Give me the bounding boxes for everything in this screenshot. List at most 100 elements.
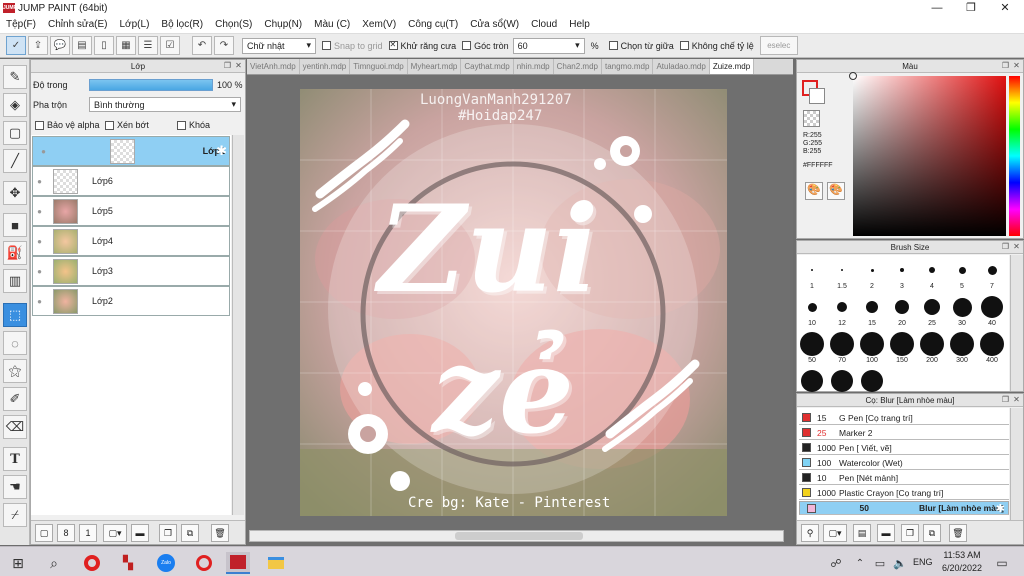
menu-color[interactable]: Màu (C) bbox=[308, 19, 356, 30]
select-eraser-tool-icon[interactable]: ⌫ bbox=[3, 415, 27, 439]
brush-size-dot[interactable] bbox=[830, 332, 854, 356]
brush-size-dot[interactable] bbox=[861, 370, 883, 392]
menu-edit[interactable]: Chỉnh sửa(E) bbox=[42, 19, 114, 30]
doc-tab[interactable]: Myheart.mdp bbox=[408, 59, 462, 74]
round-corner-checkbox[interactable] bbox=[462, 41, 472, 50]
blend-select[interactable]: Bình thường ▾ bbox=[89, 97, 241, 112]
line-tool-icon[interactable]: ╱ bbox=[3, 149, 27, 173]
layer-row[interactable]: ● Lớp6 bbox=[32, 166, 230, 196]
doc-tab[interactable]: Timnguoi.mdp bbox=[350, 59, 408, 74]
antialias-checkbox[interactable] bbox=[388, 40, 398, 50]
brush-size-dot[interactable] bbox=[807, 302, 817, 312]
notification-icon[interactable]: ▭ bbox=[990, 552, 1014, 574]
palette-icon[interactable]: 🎨 bbox=[805, 182, 823, 200]
visibility-icon[interactable]: ● bbox=[33, 237, 46, 246]
merge-layer-icon[interactable]: ⧉ bbox=[181, 524, 199, 542]
doc-tab[interactable]: Atuladao.mdp bbox=[653, 59, 710, 74]
lasso-tool-icon[interactable]: ◌ bbox=[3, 331, 27, 355]
brush-size-dot[interactable] bbox=[811, 269, 813, 271]
folder-icon[interactable]: ▬ bbox=[131, 524, 149, 542]
menu-help[interactable]: Help bbox=[563, 19, 596, 30]
doc-tab[interactable]: yentinh.mdp bbox=[300, 59, 351, 74]
shape-tool-icon[interactable]: ▢ bbox=[3, 121, 27, 145]
hue-slider[interactable] bbox=[1009, 76, 1020, 236]
select-mode-icon[interactable]: ✓ bbox=[6, 36, 26, 55]
brush-size-dot[interactable] bbox=[900, 268, 904, 272]
scrollbar-thumb[interactable] bbox=[455, 532, 583, 540]
doc-tab[interactable]: Chan2.mdp bbox=[554, 59, 602, 74]
menu-select[interactable]: Chọn(S) bbox=[209, 19, 258, 30]
opera-gx-icon[interactable] bbox=[192, 552, 216, 574]
brush-size-dot[interactable] bbox=[837, 302, 847, 312]
brush-size-dot[interactable] bbox=[895, 300, 909, 314]
clip-option[interactable]: Xén bớt bbox=[105, 120, 149, 131]
delete-layer-icon[interactable]: 🗑 bbox=[211, 524, 229, 542]
new-layer-1bit-icon[interactable]: 1 bbox=[79, 524, 97, 542]
brush-size-dot[interactable] bbox=[890, 332, 914, 356]
pen-settings-icon[interactable]: ▤ bbox=[853, 524, 871, 542]
visibility-icon[interactable]: ● bbox=[33, 207, 46, 216]
undock-icon[interactable]: ❐ bbox=[223, 62, 232, 71]
visibility-icon[interactable]: ● bbox=[33, 267, 46, 276]
pen-delete-icon[interactable]: 🗑 bbox=[949, 524, 967, 542]
saturation-value-picker[interactable] bbox=[849, 72, 1006, 236]
people-icon[interactable]: ☍ bbox=[824, 552, 848, 574]
pen-item[interactable]: 10 Pen [Nét mảnh] bbox=[799, 471, 1009, 485]
comment-icon[interactable]: 💬 bbox=[50, 36, 70, 55]
settings-gear-icon[interactable]: ✱ bbox=[996, 502, 1005, 515]
rect-select-tool-icon[interactable]: ⬚ bbox=[3, 303, 27, 327]
undock-icon[interactable]: ❐ bbox=[1001, 243, 1010, 252]
minimize-button[interactable]: — bbox=[920, 0, 954, 16]
jump-paint-taskbar-icon[interactable] bbox=[226, 552, 250, 574]
close-icon[interactable]: ✕ bbox=[1012, 396, 1021, 405]
color-picker-handle[interactable] bbox=[849, 72, 857, 80]
new-layer-8bit-icon[interactable]: 8 bbox=[57, 524, 75, 542]
add-layer-menu-icon[interactable]: ▢▾ bbox=[103, 524, 127, 542]
fill-rect-tool-icon[interactable]: ■ bbox=[3, 213, 27, 237]
select-pen-tool-icon[interactable]: ✐ bbox=[3, 387, 27, 411]
brush-size-dot[interactable] bbox=[920, 332, 944, 356]
pen-duplicate-icon[interactable]: ❐ bbox=[901, 524, 919, 542]
background-color-swatch[interactable] bbox=[809, 88, 825, 104]
palette-settings-icon[interactable]: 🎨 bbox=[827, 182, 845, 200]
pen-item[interactable]: 100 Watercolor (Wet) bbox=[799, 456, 1009, 470]
protect-alpha-option[interactable]: Bảo vệ alpha bbox=[35, 120, 100, 131]
magic-wand-tool-icon[interactable]: ⚝ bbox=[3, 359, 27, 383]
move-tool-icon[interactable]: ✥ bbox=[3, 181, 27, 205]
zalo-icon[interactable]: Zalo bbox=[154, 552, 178, 574]
visibility-icon[interactable]: ● bbox=[33, 177, 46, 186]
gradient-tool-icon[interactable]: ▥ bbox=[3, 269, 27, 293]
menu-capture[interactable]: Chụp(N) bbox=[258, 19, 308, 30]
menu-view[interactable]: Xem(V) bbox=[356, 19, 402, 30]
settings-gear-icon[interactable]: ✱ bbox=[216, 143, 227, 159]
doc-tab-active[interactable]: Zuize.mdp bbox=[709, 59, 755, 74]
eraser-tool-icon[interactable]: ◈ bbox=[3, 93, 27, 117]
add-pen-menu-icon[interactable]: ▢▾ bbox=[823, 524, 847, 542]
brush-scrollbar[interactable] bbox=[1010, 255, 1023, 391]
hand-tool-icon[interactable]: ☚ bbox=[3, 475, 27, 499]
close-icon[interactable]: ✕ bbox=[234, 62, 243, 71]
shape-select[interactable]: Chữ nhật ▾ bbox=[242, 37, 316, 54]
brush-size-dot[interactable] bbox=[950, 332, 974, 356]
menu-window[interactable]: Cửa sổ(W) bbox=[464, 19, 525, 30]
layer-row[interactable]: ● Lớp4 bbox=[32, 226, 230, 256]
doc-tab[interactable]: Caythat.mdp bbox=[461, 59, 514, 74]
brush-size-dot[interactable] bbox=[987, 265, 997, 275]
brush-size-dot[interactable] bbox=[952, 297, 972, 317]
file-explorer-icon[interactable] bbox=[264, 552, 288, 574]
brush-size-dot[interactable] bbox=[924, 299, 940, 315]
no-ratio-checkbox[interactable] bbox=[679, 41, 689, 50]
opera-icon[interactable] bbox=[80, 552, 104, 574]
brush-size-dot[interactable] bbox=[870, 268, 874, 272]
deselect-button[interactable]: eselec bbox=[759, 36, 798, 55]
layer-scrollbar[interactable] bbox=[232, 135, 244, 515]
maximize-button[interactable]: ❐ bbox=[954, 0, 988, 16]
document-icon[interactable]: ▦ bbox=[116, 36, 136, 55]
doc-tab[interactable]: tangmo.mdp bbox=[602, 59, 654, 74]
language-indicator[interactable]: ENG bbox=[913, 557, 933, 567]
pen-folder-icon[interactable]: ▬ bbox=[877, 524, 895, 542]
layer-row[interactable]: ● Lớp5 bbox=[32, 196, 230, 226]
center-checkbox[interactable] bbox=[608, 41, 618, 50]
new-layer-icon[interactable]: ▢ bbox=[35, 524, 53, 542]
brush-size-dot[interactable] bbox=[866, 301, 878, 313]
